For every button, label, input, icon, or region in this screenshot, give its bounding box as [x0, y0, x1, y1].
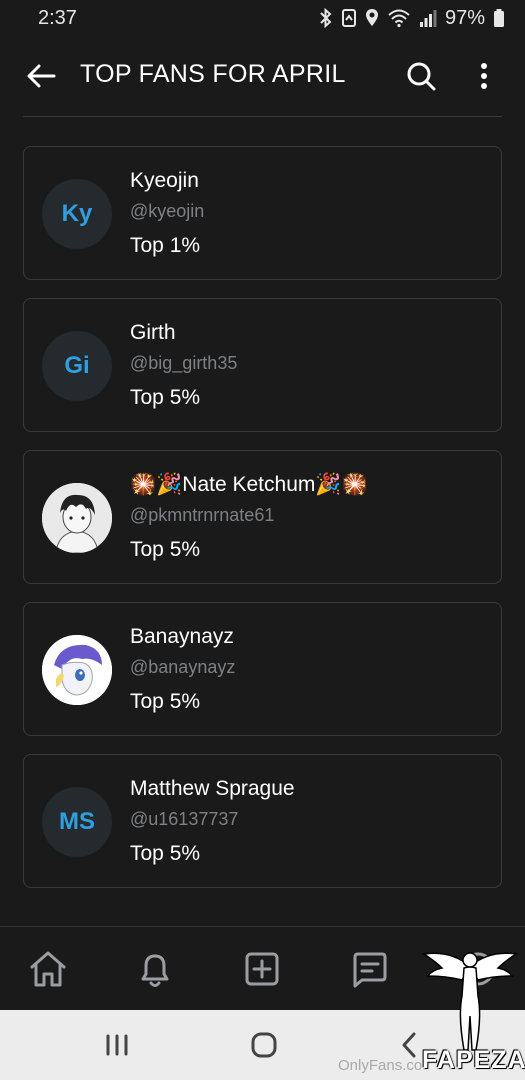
search-icon[interactable]	[406, 61, 436, 91]
back-arrow-icon[interactable]	[26, 64, 56, 88]
winged-figure-logo-icon	[421, 952, 519, 1051]
fan-rank: Top 5%	[130, 386, 201, 409]
fan-handle: @pkmntrnrnate61	[130, 505, 275, 525]
fan-handle: @big_girth35	[130, 353, 238, 373]
avatar-initials: Ky	[61, 200, 93, 227]
fan-rank: Top 1%	[130, 234, 201, 257]
avatar[interactable]: Ky	[42, 179, 112, 249]
home-icon	[30, 951, 66, 987]
fan-card[interactable]: Banaynayz @banaynayz Top 5%	[23, 602, 502, 736]
battery-percent: 97%	[444, 6, 485, 29]
more-options-icon[interactable]	[476, 61, 492, 91]
fan-name: Banaynayz	[130, 625, 234, 648]
pony-avatar-image	[42, 635, 112, 705]
fan-name: Kyeojin	[130, 169, 199, 192]
avatar-initials: MS	[59, 808, 95, 835]
signal-icon	[419, 10, 437, 27]
home-circle-icon[interactable]	[250, 1030, 278, 1060]
sync-icon	[341, 9, 356, 27]
nav-create-post-button[interactable]	[240, 947, 284, 991]
header-divider	[23, 116, 502, 117]
nav-messages-button[interactable]	[348, 947, 392, 991]
recent-apps-icon[interactable]	[104, 1030, 130, 1060]
watermark-logo-text: FAPEZA	[422, 1046, 525, 1074]
nav-notifications-button[interactable]	[133, 947, 177, 991]
fan-rank: Top 5%	[130, 538, 201, 561]
avatar[interactable]: Gi	[42, 331, 112, 401]
avatar-photo-pony[interactable]	[42, 635, 112, 705]
bluetooth-icon	[320, 8, 332, 28]
status-bar: 2:37 97%	[0, 0, 525, 36]
fan-name: Matthew Sprague	[130, 777, 295, 800]
avatar-initials: Gi	[64, 352, 90, 379]
fan-handle: @u16137737	[130, 809, 239, 829]
page-header: TOP FANS FOR APRIL	[0, 36, 525, 116]
status-icons: 97%	[319, 7, 505, 30]
add-icon	[245, 952, 279, 986]
top-fans-list: Ky Kyeojin @kyeojin Top 1% Gi Girth @big…	[23, 146, 502, 906]
fan-name: Girth	[130, 321, 176, 344]
fan-rank: Top 5%	[130, 690, 201, 713]
messages-icon	[353, 952, 387, 988]
fan-name: 🎇🎉Nate Ketchum🎉🎇	[130, 473, 368, 496]
page-title: TOP FANS FOR APRIL	[80, 60, 346, 88]
fan-card[interactable]: 🎇🎉Nate Ketchum🎉🎇 @pkmntrnrnate61 Top 5%	[23, 450, 502, 584]
avatar[interactable]: MS	[42, 787, 112, 857]
back-chevron-icon[interactable]	[398, 1030, 420, 1060]
fan-handle: @banaynayz	[130, 657, 236, 677]
bell-icon	[141, 954, 169, 987]
fan-card[interactable]: MS Matthew Sprague @u16137737 Top 5%	[23, 754, 502, 888]
fan-card[interactable]: Gi Girth @big_girth35 Top 5%	[23, 298, 502, 432]
location-icon	[365, 9, 378, 26]
wifi-icon	[388, 9, 410, 28]
avatar-photo-anime-boy[interactable]	[42, 483, 112, 553]
battery-icon	[494, 9, 504, 27]
fan-rank: Top 5%	[130, 842, 201, 865]
status-time: 2:37	[38, 6, 77, 29]
fan-handle: @kyeojin	[130, 201, 205, 221]
anime-boy-avatar-image	[42, 483, 112, 553]
nav-home-button[interactable]	[26, 947, 70, 991]
fan-card[interactable]: Ky Kyeojin @kyeojin Top 1%	[23, 146, 502, 280]
watermark-site-text: OnlyFans.co	[338, 1057, 423, 1074]
